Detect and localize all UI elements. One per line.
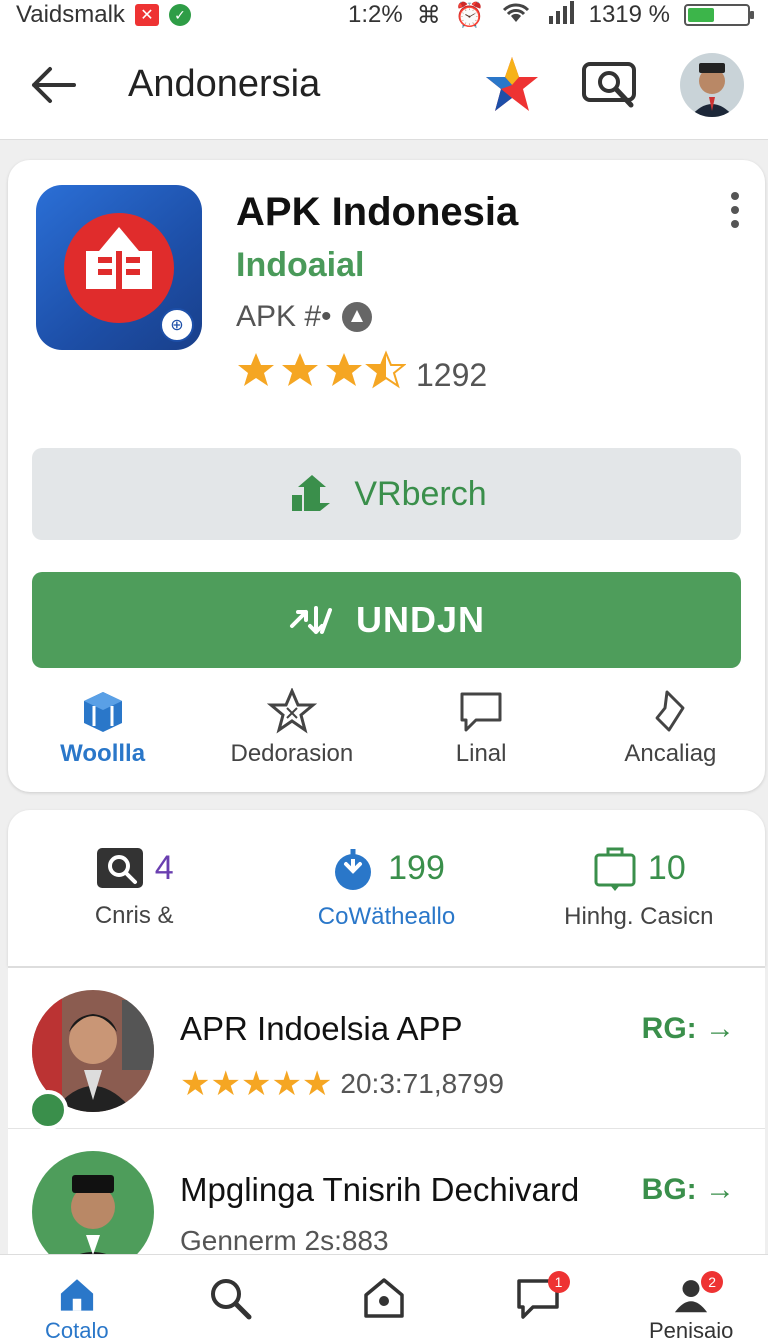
stat-label: Cnris & [94,902,174,929]
online-status-icon [28,1090,68,1130]
meta-text: APK #• [236,300,332,333]
list-item-stars: ★★★★★ [180,1065,333,1103]
quick-action-info[interactable]: Woollla [8,688,197,778]
signal-text: 1:2% [348,1,403,28]
home-icon [60,1279,93,1311]
cell-signal-icon [547,0,575,31]
nav-item-home[interactable]: Cotalo [0,1255,154,1344]
stat-value: 199 [388,848,445,887]
download-button[interactable]: UNDJN [32,572,741,668]
quick-action-label: Ancaliag [624,740,717,767]
apps-icon [364,1278,404,1318]
quick-actions: Woollla Dedorasion Linal Ancaliag [8,688,765,778]
rating-stars-icon [236,350,407,400]
list-item-title: APR Indoelsia APP [180,1010,463,1047]
stat-value: 4 [154,848,174,887]
update-icon [292,475,331,511]
list-item-action-button[interactable]: RG: → [642,1012,735,1046]
app-name: APK Indonesia [236,190,519,234]
list-item-title: Mpglinga Tnisrih Dechivard [180,1171,580,1208]
stat-size[interactable]: 10 Hinhg. Casicn [513,810,765,966]
check-icon: ✓ [168,4,191,26]
list-item-subtitle: ★★★★★ 20:3:71,8799 [180,1064,504,1104]
battery-level [688,8,715,22]
list-item[interactable]: APR Indoelsia APP ★★★★★ 20:3:71,8799 RG:… [8,968,765,1128]
cube-icon [83,692,122,732]
package-icon [594,847,636,891]
search-icon [211,1279,252,1320]
stat-reviews[interactable]: 4 Cnris & [8,810,260,966]
notification-badge: 1 [547,1271,570,1293]
stats-card: 4 Cnris & 199 CoWätheallo 10 Hinhg. Casi… [8,810,765,966]
stat-value: 10 [647,848,686,887]
stat-label: CoWätheallo [317,903,456,930]
nav-item-search[interactable] [154,1255,308,1344]
app-logo-circle [64,213,174,323]
rating-count: 1292 [416,356,488,393]
quick-action-rate[interactable]: Dedorasion [197,688,386,778]
tag-icon [655,690,685,732]
star-logo-icon[interactable] [484,55,540,115]
star-outline-icon [266,688,317,734]
battery-icon [684,4,754,26]
app-meta: APK #• [236,300,372,334]
app-bar: Andonersia [0,30,768,140]
list-item-action-button[interactable]: BG: → [642,1173,735,1207]
stat-label: Hinhg. Casicn [564,903,714,930]
notification-badge: 2 [701,1271,724,1293]
page-title: Andonersia [128,63,321,105]
download-label: UNDJN [355,599,485,640]
age-rating-icon [341,302,372,332]
back-arrow-icon[interactable] [24,55,84,115]
download-drop-icon [335,847,372,890]
nav-label: Penisaio [648,1318,734,1343]
related-apps-list: APR Indoelsia APP ★★★★★ 20:3:71,8799 RG:… [8,966,765,1254]
quick-action-label: Woollla [60,740,146,767]
avatar[interactable] [680,52,744,117]
list-item[interactable]: Mpglinga Tnisrih Dechivard Gennerm 2s:88… [8,1128,765,1254]
app-icon: ⊕ [36,185,202,350]
nav-label: Cotalo [45,1318,109,1343]
quick-action-share[interactable]: Ancaliag [576,688,765,778]
notification-icon: ✕ [134,4,159,26]
nav-item-profile[interactable]: 2 Penisaio [614,1255,768,1344]
more-options-icon[interactable] [729,192,741,228]
vibrate-icon: ⌘ [416,1,441,29]
quick-action-label: Dedorasion [230,740,354,767]
time-label: 1319 % [588,1,670,28]
carrier-label: Vaidsmalk [16,1,125,28]
quick-action-label: Linal [455,740,507,767]
app-detail-card: ⊕ APK Indonesia Indoaial APK #• 1292 VRb… [8,160,765,792]
nav-item-chat[interactable]: 1 [461,1255,615,1344]
list-item-meta: Gennerm 2s:883 [180,1225,389,1254]
version-label: VRberch [354,474,487,513]
comment-icon [460,692,502,732]
search-icon [96,848,143,888]
version-button[interactable]: VRberch [32,448,741,540]
developer-name[interactable]: Indoaial [236,246,364,285]
quick-action-comment[interactable]: Linal [387,688,576,778]
rating-row: 1292 [236,350,487,400]
list-item-subtitle: Gennerm 2s:883 [180,1225,389,1254]
verified-badge-icon: ⊕ [160,308,194,342]
stat-downloads[interactable]: 199 CoWätheallo [260,810,512,966]
alarm-icon: ⏰ [454,1,485,29]
transfer-icon [289,606,332,634]
status-bar: Vaidsmalk ✕ ✓ 1:2% ⌘ ⏰ 1319 % [0,0,768,30]
avatar [32,1151,154,1254]
nav-item-apps[interactable] [307,1255,461,1344]
list-item-meta: 20:3:71,8799 [340,1068,504,1099]
bottom-nav: Cotalo 1 2 Penisaio [0,1254,768,1344]
wifi-icon [499,0,533,31]
search-icon[interactable] [580,59,640,111]
